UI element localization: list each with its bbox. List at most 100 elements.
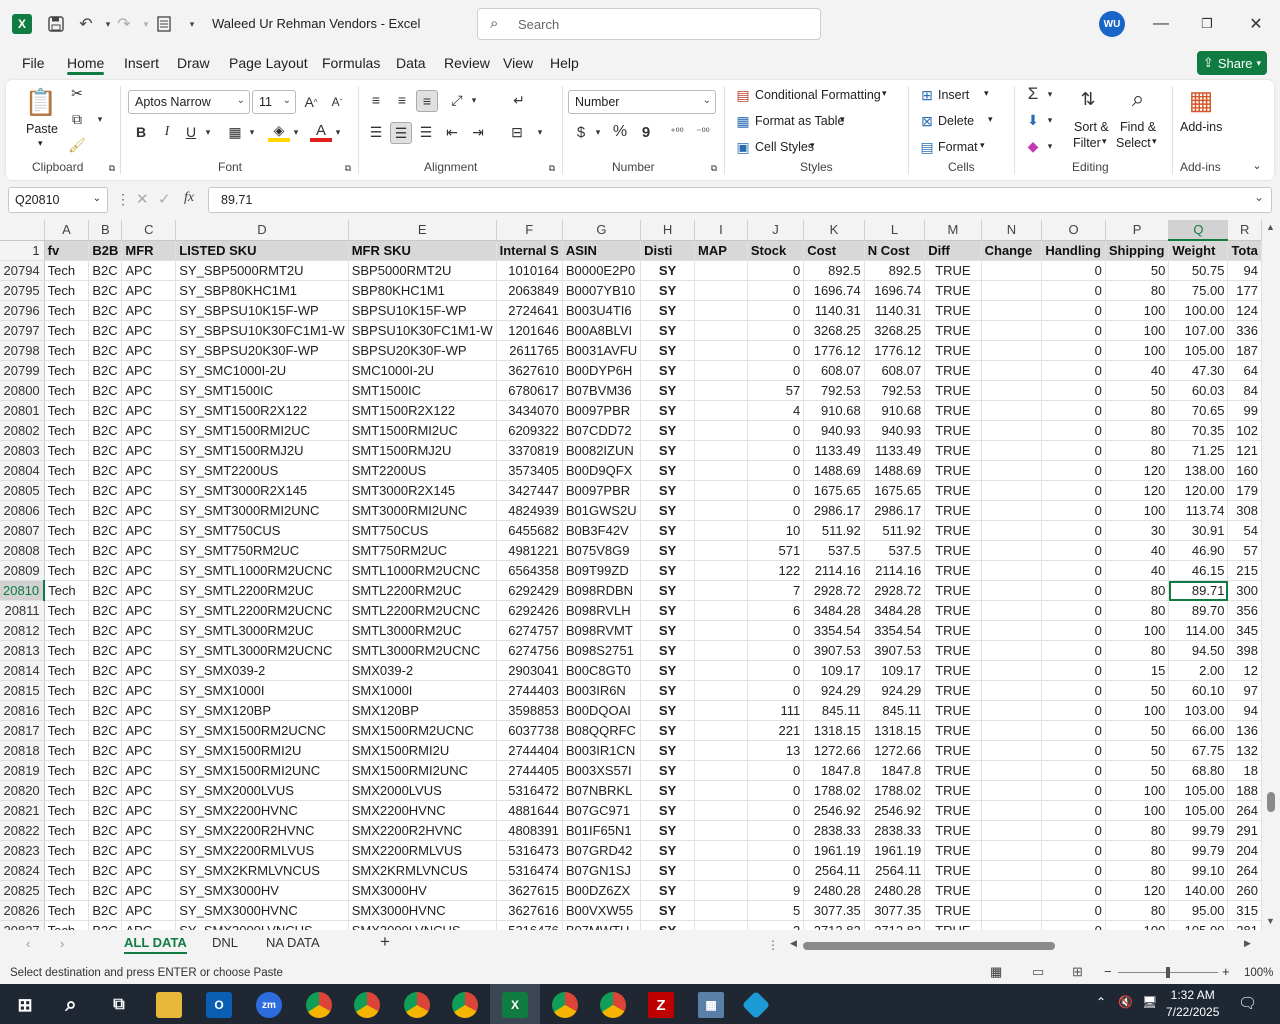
header-cell[interactable]: Tota [1227, 240, 1262, 261]
cell[interactable]: SY_SMT1500RMI2UC [175, 420, 349, 441]
cell[interactable]: 84 [1227, 380, 1262, 401]
cell[interactable]: 2724641 [496, 300, 563, 321]
cut-icon[interactable]: ✂ [68, 84, 86, 102]
font-color-icon[interactable]: A [310, 122, 332, 142]
cell[interactable]: SY_SMT1500RMJ2U [175, 440, 349, 461]
cell[interactable]: 1776.12 [803, 340, 865, 361]
font-color-dropdown-icon[interactable]: ▾ [332, 124, 344, 140]
cell[interactable]: SY [640, 440, 695, 461]
cell[interactable]: Tech [44, 360, 90, 381]
cell[interactable]: SY [640, 680, 695, 701]
cell[interactable] [981, 760, 1043, 781]
cell[interactable]: 1140.31 [803, 300, 865, 321]
cell[interactable]: 100 [1105, 320, 1170, 341]
cell[interactable]: 0 [1041, 300, 1106, 321]
cell[interactable]: APC [121, 900, 177, 921]
cell[interactable]: TRUE [924, 580, 982, 601]
row-header[interactable]: 20816 [0, 700, 45, 721]
menu-review[interactable]: Review [444, 55, 490, 71]
cell[interactable]: B01IF65N1 [562, 820, 642, 841]
cell[interactable]: B00DYP6H [562, 360, 642, 381]
cell[interactable]: Tech [44, 420, 90, 441]
cell[interactable] [981, 400, 1043, 421]
cell[interactable]: SY_SMT2200US [175, 460, 349, 481]
cell[interactable]: SY [640, 820, 695, 841]
cell[interactable] [981, 780, 1043, 801]
cell[interactable] [981, 820, 1043, 841]
cell[interactable]: APC [121, 400, 177, 421]
cell[interactable] [981, 300, 1043, 321]
cell[interactable]: TRUE [924, 740, 982, 761]
menu-help[interactable]: Help [550, 55, 579, 71]
cell[interactable]: 537.5 [803, 540, 865, 561]
cell[interactable]: SY_SMX2200HVNC [175, 800, 349, 821]
cell[interactable]: 5 [747, 900, 805, 921]
cell[interactable]: 3370819 [496, 440, 563, 461]
cell[interactable] [981, 900, 1043, 921]
cell[interactable] [981, 800, 1043, 821]
cell[interactable]: 80 [1105, 900, 1170, 921]
cell[interactable]: B2C [88, 900, 123, 921]
search-icon[interactable]: ⌕ [58, 992, 84, 1018]
cell[interactable]: 6037738 [496, 720, 563, 741]
cell[interactable]: SMT1500RMJ2U [348, 440, 497, 461]
chrome-icon[interactable] [452, 992, 478, 1018]
zoom-out-icon[interactable]: − [1104, 964, 1112, 979]
cell[interactable]: TRUE [924, 780, 982, 801]
cell[interactable] [694, 360, 748, 381]
cell[interactable]: B09T99ZD [562, 560, 642, 581]
format-cells-button[interactable]: Format [938, 140, 978, 154]
cell[interactable]: B098RDBN [562, 580, 642, 601]
cell[interactable]: SMX3000HVNC [348, 900, 497, 921]
chevron-down-icon[interactable]: ▾ [1152, 136, 1157, 147]
cell[interactable]: 188 [1227, 780, 1262, 801]
cell[interactable]: 6564358 [496, 560, 563, 581]
comma-style-icon[interactable]: 9 [638, 122, 654, 142]
cell[interactable]: SY [640, 920, 695, 930]
cell[interactable]: SY [640, 280, 695, 301]
row-header[interactable]: 20826 [0, 900, 45, 921]
cell[interactable]: 50 [1105, 760, 1170, 781]
vertical-scroll-thumb[interactable] [1267, 792, 1275, 812]
cell[interactable]: 109.17 [803, 660, 865, 681]
find-select-icon[interactable]: ⌕ [1122, 84, 1154, 114]
chevron-down-icon[interactable]: ▾ [988, 114, 993, 125]
cell[interactable]: B2C [88, 780, 123, 801]
cell[interactable]: 3354.54 [803, 620, 865, 641]
cell[interactable]: 892.5 [803, 260, 865, 281]
row-header[interactable]: 20819 [0, 760, 45, 781]
cell[interactable]: TRUE [924, 560, 982, 581]
header-cell[interactable]: fv [44, 240, 90, 261]
cell[interactable]: 892.5 [864, 260, 926, 281]
cell[interactable]: 5316473 [496, 840, 563, 861]
cell[interactable]: 1010164 [496, 260, 563, 281]
cell[interactable]: Tech [44, 860, 90, 881]
cell[interactable]: 1776.12 [864, 340, 926, 361]
cell[interactable]: 2 [747, 920, 805, 930]
column-header[interactable]: O [1041, 220, 1106, 241]
header-cell[interactable]: Disti [640, 240, 695, 261]
cell[interactable]: 100.00 [1168, 300, 1229, 321]
cell[interactable]: 99.79 [1168, 840, 1229, 861]
cell[interactable]: 80 [1105, 840, 1170, 861]
cell[interactable] [981, 740, 1043, 761]
cell[interactable]: 40 [1105, 560, 1170, 581]
cell[interactable]: SY [640, 840, 695, 861]
cell[interactable]: 18 [1227, 760, 1262, 781]
conditional-formatting-button[interactable]: Conditional Formatting [755, 88, 881, 102]
cell[interactable]: 6780617 [496, 380, 563, 401]
cell[interactable]: 80 [1105, 820, 1170, 841]
cell[interactable]: 1488.69 [864, 460, 926, 481]
cell[interactable]: 1318.15 [864, 720, 926, 741]
file-explorer-icon[interactable] [156, 992, 182, 1018]
fill-color-dropdown-icon[interactable]: ▾ [290, 124, 302, 140]
cell[interactable]: 80 [1105, 280, 1170, 301]
sheet-tab-na-data[interactable]: NA DATA [266, 935, 320, 950]
cell[interactable]: SY_SMX1000I [175, 680, 349, 701]
redo-icon[interactable]: ↷ [114, 14, 134, 34]
cell[interactable]: 0 [1041, 600, 1106, 621]
cell[interactable]: SY [640, 380, 695, 401]
page-layout-view-icon[interactable]: ▭ [1032, 964, 1044, 980]
cell[interactable]: 2712.82 [803, 920, 865, 930]
cell[interactable]: B2C [88, 860, 123, 881]
